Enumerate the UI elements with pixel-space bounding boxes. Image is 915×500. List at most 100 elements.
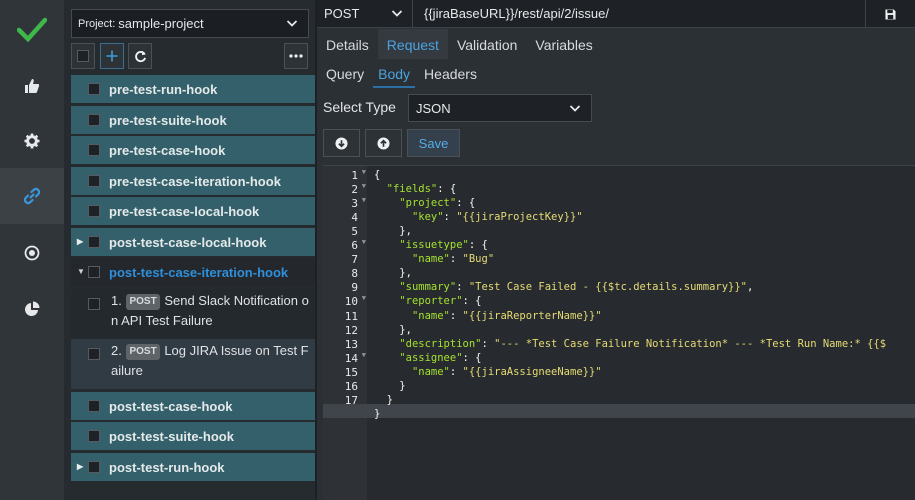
json-punct xyxy=(374,338,399,350)
hook-checkbox[interactable] xyxy=(88,460,100,473)
tree-hook-item[interactable]: pre-test-case-hook xyxy=(71,136,315,164)
tree-hook-item[interactable]: post-test-case-hook xyxy=(71,391,315,420)
caret-right-icon[interactable]: ▶ xyxy=(77,237,83,246)
fold-toggle-icon[interactable]: ▼ xyxy=(362,294,366,302)
fold-toggle-icon[interactable]: ▼ xyxy=(362,168,366,176)
step-checkbox[interactable] xyxy=(88,297,100,310)
line-number: 5 xyxy=(323,225,367,239)
hook-checkbox[interactable] xyxy=(88,205,100,217)
line-number-text: 6 xyxy=(351,239,358,253)
json-punct: : xyxy=(456,281,469,294)
hook-checkbox[interactable] xyxy=(88,113,100,126)
json-string: "Test Case Failed - {{$tc.details.summar… xyxy=(468,281,748,294)
chevron-down-icon xyxy=(391,7,403,22)
line-number-text: 13 xyxy=(344,337,358,351)
tab-variables[interactable]: Variables xyxy=(526,29,601,59)
line-number: 4 xyxy=(323,211,367,225)
hook-label: post-test-run-hook xyxy=(109,459,225,475)
line-number: 16 xyxy=(323,380,367,394)
request-panel: POST {{jiraBaseURL}}/rest/api/2/issue/ D… xyxy=(317,0,915,500)
body-type-select[interactable]: JSON xyxy=(408,94,592,122)
project-selector[interactable]: Project: sample-project xyxy=(71,9,309,38)
hook-label: post-test-case-local-hook xyxy=(109,234,267,250)
json-punct: } xyxy=(374,407,381,420)
tab-details[interactable]: Details xyxy=(317,29,378,59)
line-number: 14 ▼ xyxy=(323,351,367,366)
code-editor[interactable]: 1▼2▼3▼456▼78910▼11121314▼15161718 { "fie… xyxy=(323,165,915,500)
hook-checkbox[interactable] xyxy=(88,399,100,412)
tree-hook-item[interactable]: pre-test-run-hook xyxy=(71,75,315,103)
select-all-checkbox[interactable] xyxy=(71,43,95,69)
thumbs-up-icon[interactable] xyxy=(0,58,64,114)
json-punct: : xyxy=(443,211,457,224)
line-gutter: 1▼2▼3▼456▼78910▼11121314▼15161718 xyxy=(323,166,367,500)
url-input[interactable]: {{jiraBaseURL}}/rest/api/2/issue/ xyxy=(424,6,609,21)
link-icon[interactable] xyxy=(0,168,64,224)
tree-step-item-selected[interactable]: 2. POST Log JIRA Issue on Test F ailure xyxy=(71,338,315,389)
check-logo-icon[interactable] xyxy=(0,0,64,60)
json-string: "Bug" xyxy=(462,253,495,266)
tree-hook-item[interactable]: ▶ post-test-case-local-hook xyxy=(71,227,315,256)
json-punct: , xyxy=(747,281,754,294)
code-line: "name": "{{jiraReporterName}}" xyxy=(374,310,602,324)
hook-checkbox[interactable] xyxy=(88,83,100,95)
select-type-label: Select Type xyxy=(323,99,396,115)
method-select[interactable]: POST xyxy=(317,0,413,28)
hook-checkbox[interactable] xyxy=(88,235,100,248)
line-number-text: 16 xyxy=(344,379,358,393)
record-icon[interactable] xyxy=(0,225,64,281)
save-body-button[interactable]: Save xyxy=(407,129,460,157)
pie-chart-icon[interactable] xyxy=(0,281,64,337)
save-request-button[interactable] xyxy=(865,0,915,28)
tree-step-item[interactable]: 1. POST Send Slack Notification o n API T… xyxy=(71,288,315,339)
tree-hook-item[interactable]: pre-test-case-iteration-hook xyxy=(71,166,315,195)
hook-checkbox[interactable] xyxy=(88,430,100,442)
line-number: 15 xyxy=(323,366,367,380)
tab-request[interactable]: Request xyxy=(377,29,448,59)
gear-icon[interactable] xyxy=(0,113,64,169)
code-line: "issuetype": { xyxy=(374,239,488,253)
subtab-query[interactable]: Query xyxy=(321,61,369,88)
download-button[interactable] xyxy=(323,129,360,157)
tree-hook-item[interactable]: ▶ post-test-run-hook xyxy=(71,452,315,481)
fold-toggle-icon[interactable]: ▼ xyxy=(362,351,366,359)
caret-down-icon[interactable]: ▼ xyxy=(77,267,85,276)
add-button[interactable] xyxy=(100,43,124,69)
json-punct: }, xyxy=(374,323,412,336)
hook-checkbox[interactable] xyxy=(88,144,100,156)
step-checkbox[interactable] xyxy=(88,347,100,360)
body-type-value: JSON xyxy=(416,101,451,116)
tree-hook-item[interactable]: pre-test-case-local-hook xyxy=(71,197,315,225)
json-punct: }, xyxy=(374,267,412,280)
step-title-line2: n API Test Failure xyxy=(111,312,213,328)
subtab-headers[interactable]: Headers xyxy=(419,61,482,88)
hook-label: pre-test-case-iteration-hook xyxy=(109,173,281,189)
tab-validation[interactable]: Validation xyxy=(448,29,526,59)
upload-button[interactable] xyxy=(365,129,402,157)
fold-toggle-icon[interactable]: ▼ xyxy=(362,238,366,246)
more-options-button[interactable] xyxy=(284,43,308,69)
tree-hook-item-active[interactable]: ▼ post-test-case-iteration-hook xyxy=(71,258,315,286)
subtab-body[interactable]: Body xyxy=(373,61,416,88)
hook-label: pre-test-case-hook xyxy=(109,143,226,158)
tree-hook-item[interactable]: post-test-suite-hook xyxy=(71,422,315,450)
fold-toggle-icon[interactable]: ▼ xyxy=(362,182,366,190)
step-text: 1. POST Send Slack Notification o n API T… xyxy=(111,291,313,331)
json-key: "reporter" xyxy=(399,295,463,308)
json-punct: : xyxy=(449,253,463,266)
hook-label: pre-test-run-hook xyxy=(109,82,218,97)
json-punct xyxy=(374,295,399,307)
caret-right-icon[interactable]: ▶ xyxy=(77,462,83,471)
json-punct: : xyxy=(481,337,495,350)
refresh-button[interactable] xyxy=(128,43,152,69)
chevron-down-icon xyxy=(286,17,298,32)
line-number-text: 2 xyxy=(351,183,358,197)
hook-checkbox[interactable] xyxy=(88,266,100,278)
fold-toggle-icon[interactable]: ▼ xyxy=(362,196,366,204)
hook-checkbox[interactable] xyxy=(88,174,100,187)
json-key: "name" xyxy=(411,253,450,266)
arrow-up-circle-icon xyxy=(377,136,390,150)
code-line: { xyxy=(374,169,380,183)
tree-hook-item[interactable]: pre-test-suite-hook xyxy=(71,105,315,134)
json-string: "{{jiraReporterName}}" xyxy=(462,309,602,322)
